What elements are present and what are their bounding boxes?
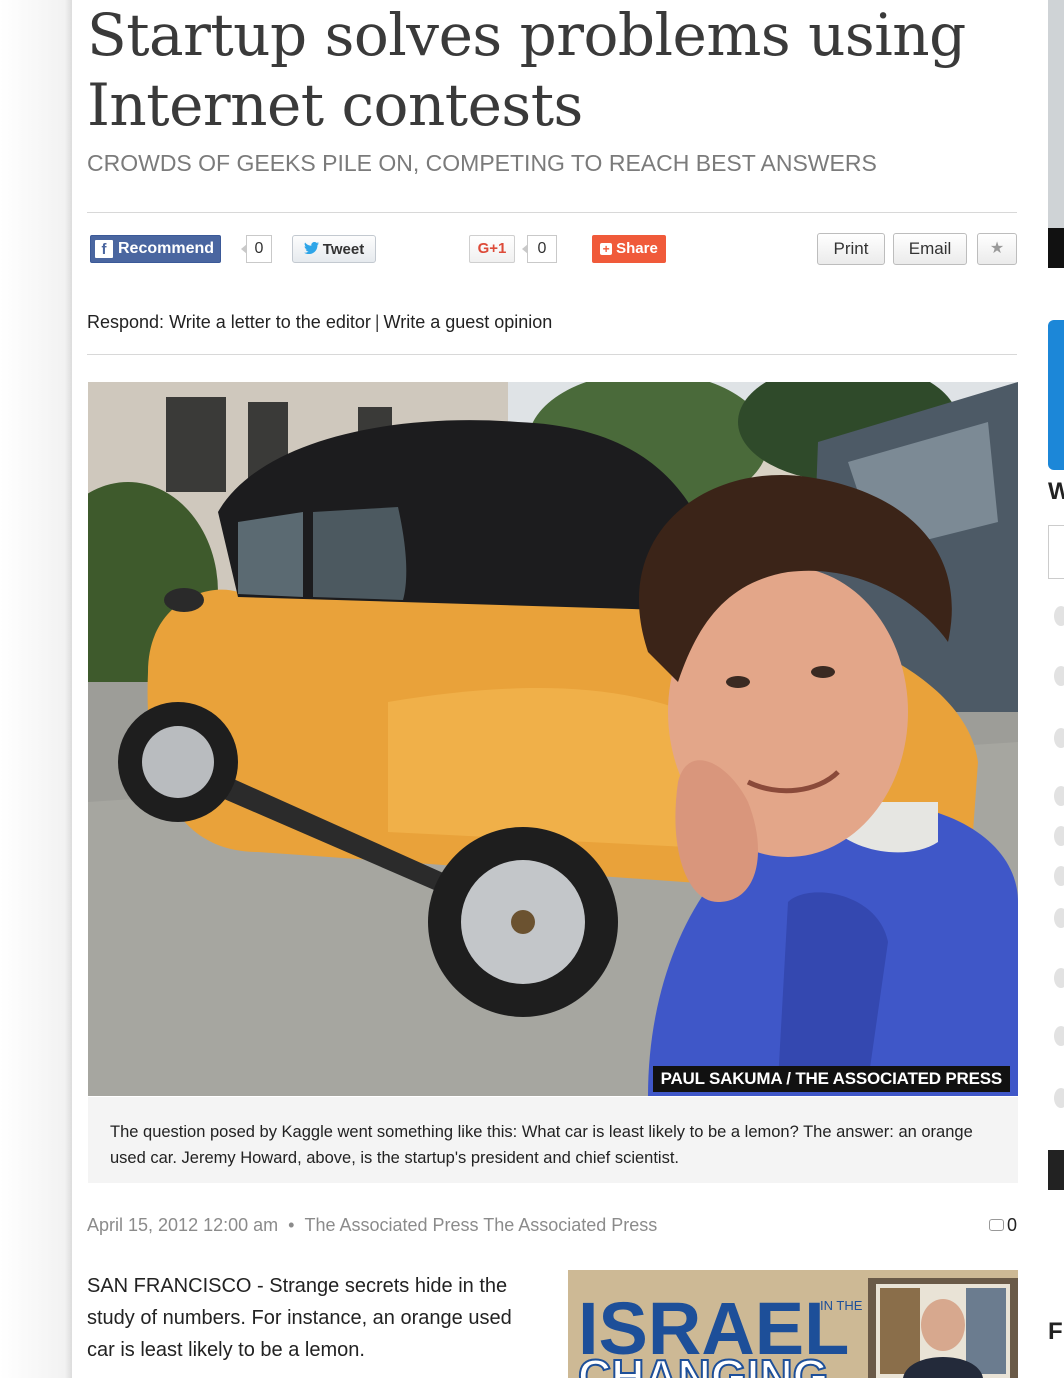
article-subhead: CROWDS OF GEEKS PILE ON, COMPETING TO RE…: [87, 150, 877, 176]
ad-word-in-the: IN THE: [820, 1298, 863, 1313]
plus-icon: +: [600, 243, 613, 255]
byline[interactable]: The Associated Press The Associated Pres…: [304, 1215, 657, 1235]
recommend-count: 0: [241, 235, 272, 263]
share-label: Share: [616, 240, 658, 257]
article-photo[interactable]: PAUL SAKUMA / THE ASSOCIATED PRESS: [88, 382, 1018, 1096]
respond-prefix: Respond:: [87, 312, 165, 332]
comment-count: 0: [1006, 1215, 1017, 1235]
photo-illustration: [88, 382, 1018, 1096]
divider: [87, 212, 1017, 213]
rail-radio[interactable]: [1054, 786, 1064, 806]
tweet-button[interactable]: Tweet: [292, 235, 376, 263]
rail-radio[interactable]: [1054, 908, 1064, 928]
rail-heading-letter-2: F: [1048, 1318, 1063, 1345]
twitter-bird-icon: [303, 236, 319, 262]
facebook-icon: f: [95, 240, 113, 258]
article-lead-paragraph: SAN FRANCISCO - Strange secrets hide in …: [87, 1275, 512, 1361]
gplus-count: 0: [522, 235, 557, 263]
rail-radio[interactable]: [1054, 606, 1064, 626]
rail-radio[interactable]: [1054, 866, 1064, 886]
respond-line: Respond: Write a letter to the editor | Wr…: [87, 312, 552, 333]
comment-count-link[interactable]: 0: [988, 1215, 1017, 1236]
rail-dark-block: [1048, 1150, 1064, 1190]
rail-blue-panel[interactable]: [1048, 320, 1064, 470]
comment-bubble-icon: [988, 1219, 1004, 1231]
tweet-label: Tweet: [322, 241, 365, 258]
respond-separator: |: [374, 312, 380, 332]
rail-radio[interactable]: [1054, 1026, 1064, 1046]
letter-to-editor-link[interactable]: Write a letter to the editor: [169, 312, 371, 332]
rail-heading-letter: W: [1048, 478, 1064, 505]
ad-word-changing: CHANGING: [578, 1350, 828, 1378]
page-gutter: [0, 0, 72, 1378]
rail-radio[interactable]: [1054, 666, 1064, 686]
share-button[interactable]: + Share: [592, 235, 666, 263]
favorite-star-button[interactable]: ★: [977, 233, 1017, 265]
email-button[interactable]: Email: [893, 233, 967, 265]
article-column: Startup solves problems using Internet c…: [72, 0, 1048, 1378]
article-headline: Startup solves problems using Internet c…: [87, 1, 966, 139]
rail-radio[interactable]: [1054, 826, 1064, 846]
advertisement[interactable]: ISRAEL IN THE CHANGING: [568, 1270, 1018, 1378]
google-plus-button[interactable]: G+1: [469, 235, 515, 263]
rail-image: [1048, 0, 1064, 228]
share-bar: f Recommend 0 Tweet G+1 0 + Share Print E…: [87, 232, 1017, 266]
star-icon: ★: [989, 240, 1005, 257]
guest-opinion-link[interactable]: Write a guest opinion: [384, 312, 553, 332]
rail-image-dark: [1048, 228, 1064, 268]
rail-input[interactable]: [1048, 525, 1064, 579]
print-button[interactable]: Print: [817, 233, 885, 265]
meta-bullet: •: [288, 1215, 295, 1235]
recommend-label: Recommend: [118, 240, 215, 257]
rail-radio[interactable]: [1054, 1088, 1064, 1108]
divider: [87, 354, 1017, 355]
photo-credit: PAUL SAKUMA / THE ASSOCIATED PRESS: [652, 1066, 1010, 1092]
article-meta: April 15, 2012 12:00 am • The Associated P…: [87, 1215, 1017, 1241]
rail-radio[interactable]: [1054, 728, 1064, 748]
rail-radio[interactable]: [1054, 968, 1064, 988]
right-rail: W F: [1048, 0, 1064, 1378]
photo-caption: The question posed by Kaggle went someth…: [88, 1097, 1018, 1183]
facebook-recommend-button[interactable]: f Recommend: [90, 235, 222, 263]
ad-graphic: ISRAEL IN THE CHANGING: [568, 1270, 1018, 1378]
publish-date: April 15, 2012 12:00 am: [87, 1215, 279, 1235]
